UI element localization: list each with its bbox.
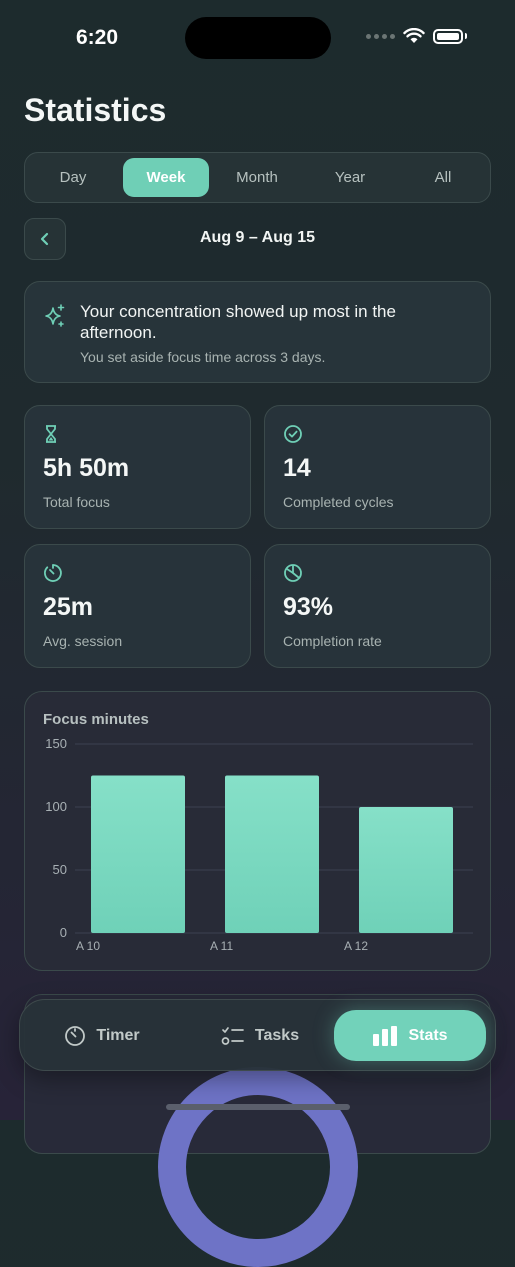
- date-range-label: Aug 9 – Aug 15: [200, 229, 315, 246]
- tab-month[interactable]: Month: [214, 158, 300, 197]
- stat-label: Avg. session: [43, 633, 123, 649]
- list-icon: [221, 1026, 244, 1045]
- stat-value: 25m: [43, 593, 94, 621]
- period-segmented-control: Day Week Month Year All: [24, 152, 491, 203]
- focus-minutes-bar-chart: 0 50 100 150 A 10 A 11 A 12: [45, 736, 473, 953]
- stat-label: Completion rate: [283, 633, 382, 649]
- status-icons: [366, 28, 467, 44]
- pie-chart-icon: [284, 564, 302, 582]
- battery-tip: [465, 33, 467, 39]
- hourglass-icon: [46, 425, 56, 443]
- tab-timer-label: Timer: [96, 1026, 140, 1044]
- sparkles-icon: [45, 304, 65, 327]
- check-circle-icon: [284, 425, 302, 443]
- donut-chart-ring: [158, 1067, 358, 1267]
- tab-stats[interactable]: Stats: [334, 1010, 486, 1061]
- insight-card: Your concentration showed up most in the…: [24, 281, 491, 383]
- insight-title: Your concentration showed up most in the…: [80, 302, 396, 342]
- stat-card-completed-cycles: 14 Completed cycles: [264, 405, 491, 529]
- y-tick-label: 0: [60, 925, 67, 940]
- chart-bar[interactable]: [225, 775, 319, 934]
- stat-value: 14: [283, 454, 311, 482]
- chart-bar[interactable]: [359, 807, 453, 933]
- y-tick-label: 50: [53, 862, 67, 877]
- timer-icon: [44, 564, 62, 582]
- stat-value: 93%: [283, 593, 334, 621]
- wifi-icon: [403, 28, 425, 43]
- y-tick-label: 100: [45, 799, 67, 814]
- tab-week[interactable]: Week: [123, 158, 209, 197]
- x-tick-label: A 11: [210, 939, 233, 953]
- status-bar: 6:20: [0, 0, 515, 76]
- status-time: 6:20: [76, 26, 119, 49]
- stat-card-avg-session: 25m Avg. session: [24, 544, 251, 668]
- x-tick-label: A 12: [344, 939, 368, 953]
- focus-minutes-chart-card: Focus minutes 0 50 100 150 A 10 A 11 A 12: [24, 691, 491, 971]
- y-tick-label: 150: [45, 736, 67, 751]
- tab-year[interactable]: Year: [307, 158, 393, 197]
- tab-tasks-label: Tasks: [254, 1026, 300, 1044]
- home-indicator: [166, 1104, 350, 1110]
- stat-label: Completed cycles: [283, 494, 394, 510]
- insight-subtitle: You set aside focus time across 3 days.: [80, 349, 326, 365]
- tab-timer[interactable]: Timer: [42, 1010, 162, 1061]
- x-tick-label: A 10: [76, 939, 100, 953]
- tab-tasks[interactable]: Tasks: [200, 1010, 320, 1061]
- tab-all[interactable]: All: [400, 158, 486, 197]
- chart-bar[interactable]: [91, 775, 185, 934]
- stat-card-completion-rate: 93% Completion rate: [264, 544, 491, 668]
- previous-period-button[interactable]: [24, 218, 66, 260]
- dynamic-island: [185, 17, 331, 59]
- tab-stats-label: Stats: [408, 1026, 448, 1044]
- signal-icon: [366, 33, 395, 39]
- battery-icon: [433, 28, 463, 44]
- timer-icon: [65, 1025, 86, 1046]
- stat-card-total-focus: 5h 50m Total focus: [24, 405, 251, 529]
- bar-chart-icon: [373, 1025, 398, 1046]
- stat-label: Total focus: [43, 494, 110, 510]
- page-title: Statistics: [24, 92, 167, 128]
- tab-day[interactable]: Day: [30, 158, 116, 197]
- bottom-tab-bar: Timer Tasks Stats: [19, 999, 496, 1071]
- chevron-left-icon: [40, 232, 49, 246]
- stat-value: 5h 50m: [43, 454, 130, 482]
